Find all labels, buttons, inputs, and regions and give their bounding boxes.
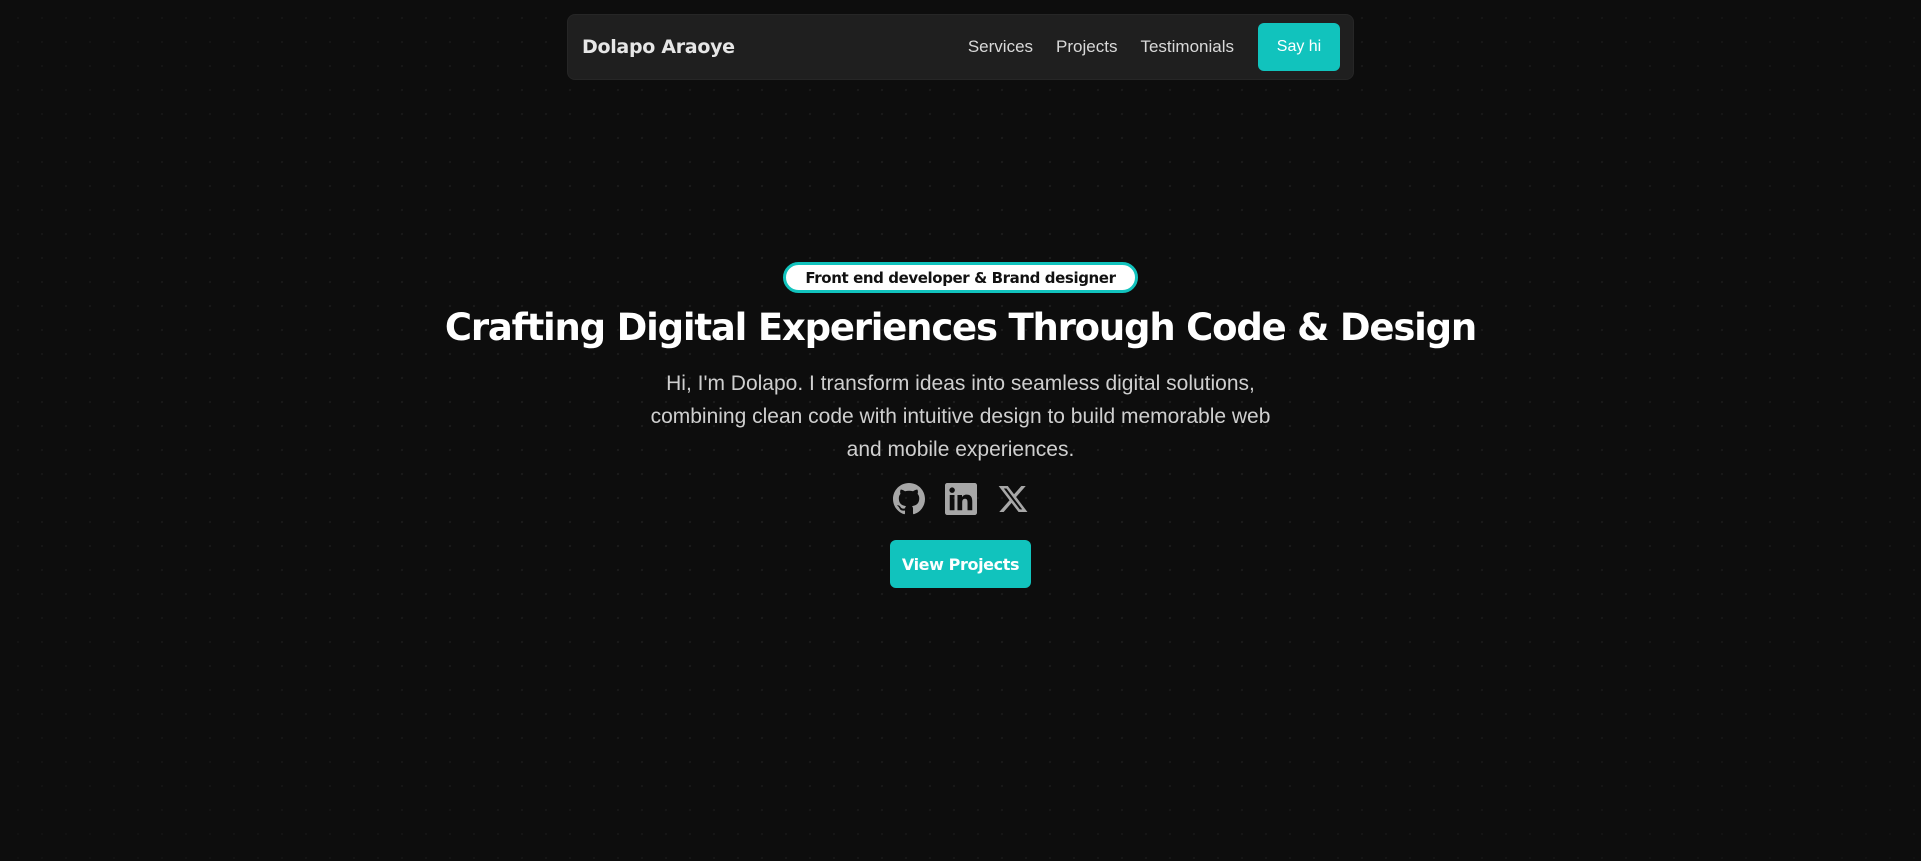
x-icon bbox=[998, 486, 1027, 512]
github-icon bbox=[892, 483, 925, 515]
nav-link-projects[interactable]: Projects bbox=[1056, 37, 1117, 57]
navbar: Dolapo Araoye Services Projects Testimon… bbox=[567, 14, 1354, 80]
hero-title: Crafting Digital Experiences Through Cod… bbox=[444, 306, 1477, 349]
say-hi-button[interactable]: Say hi bbox=[1258, 23, 1340, 71]
linkedin-icon bbox=[944, 483, 977, 515]
hero-section: Front end developer & Brand designer Cra… bbox=[0, 262, 1921, 588]
role-badge: Front end developer & Brand designer bbox=[783, 262, 1138, 293]
view-projects-button[interactable]: View Projects bbox=[890, 540, 1031, 588]
x-link[interactable] bbox=[997, 483, 1029, 515]
hero-intro: Hi, I'm Dolapo. I transform ideas into s… bbox=[650, 372, 1271, 461]
brand-logo-text[interactable]: Dolapo Araoye bbox=[582, 36, 735, 58]
linkedin-link[interactable] bbox=[944, 483, 977, 515]
github-link[interactable] bbox=[892, 483, 925, 515]
nav-link-services[interactable]: Services bbox=[968, 37, 1033, 57]
nav-link-testimonials[interactable]: Testimonials bbox=[1140, 37, 1234, 57]
social-links bbox=[892, 483, 1029, 515]
nav-menu: Services Projects Testimonials Say hi bbox=[968, 23, 1340, 71]
